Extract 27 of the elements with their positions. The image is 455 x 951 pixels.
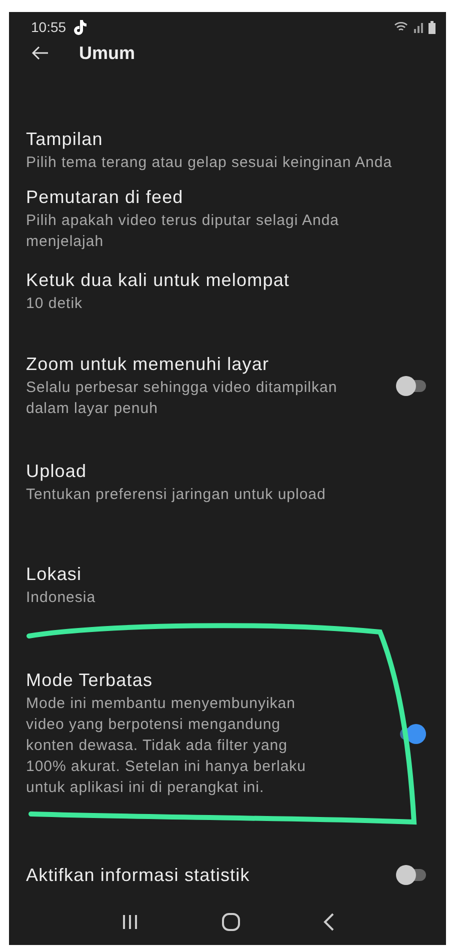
- setting-title[interactable]: Tampilan: [26, 128, 434, 150]
- signal-icon: [413, 21, 423, 34]
- toggle-switch[interactable]: [396, 376, 426, 396]
- setting-title[interactable]: Zoom untuk memenuhi layar: [26, 353, 396, 376]
- wifi-icon: [394, 21, 408, 34]
- recent-apps-icon[interactable]: [120, 914, 138, 930]
- home-icon[interactable]: [222, 913, 240, 932]
- page-title: Umum: [79, 42, 136, 64]
- battery-icon: [428, 20, 436, 34]
- setting-description: Tentukan preferensi jaringan untuk upload: [26, 485, 327, 506]
- setting-title[interactable]: Aktifkan informasi statistik: [26, 864, 396, 886]
- setting-description: Pilih tema terang atau gelap sesuai keinginan Anda: [26, 153, 394, 174]
- back-arrow-icon[interactable]: [31, 46, 49, 60]
- setting-description: Pilih apakah video terus diputar selagi Anda menjelajah: [26, 211, 340, 252]
- setting-description: Mode ini membantu menyembunyikan video yang berpotensi mengandung konten dewasa. Tidak ada filter yang 100% akurat. Setelan ini hanya berlaku untuk aplikasi ini di perangkat ini.: [26, 694, 308, 798]
- setting-title[interactable]: Lokasi: [26, 563, 434, 586]
- setting-description: 10 detik: [26, 294, 84, 314]
- toggle-switch[interactable]: [396, 865, 426, 886]
- setting-description: Indonesia: [26, 588, 97, 608]
- setting-title[interactable]: Ketuk dua kali untuk melompat: [26, 269, 434, 292]
- setting-title[interactable]: Upload: [26, 460, 434, 482]
- setting-title[interactable]: Mode Terbatas: [26, 669, 396, 692]
- music-note-icon: [73, 19, 88, 36]
- back-icon[interactable]: [322, 913, 334, 932]
- status-time: 10:55: [31, 19, 66, 36]
- setting-title[interactable]: Pemutaran di feed: [26, 186, 434, 208]
- setting-description: Selalu perbesar sehingga video ditampilkan dalam layar penuh: [26, 378, 338, 420]
